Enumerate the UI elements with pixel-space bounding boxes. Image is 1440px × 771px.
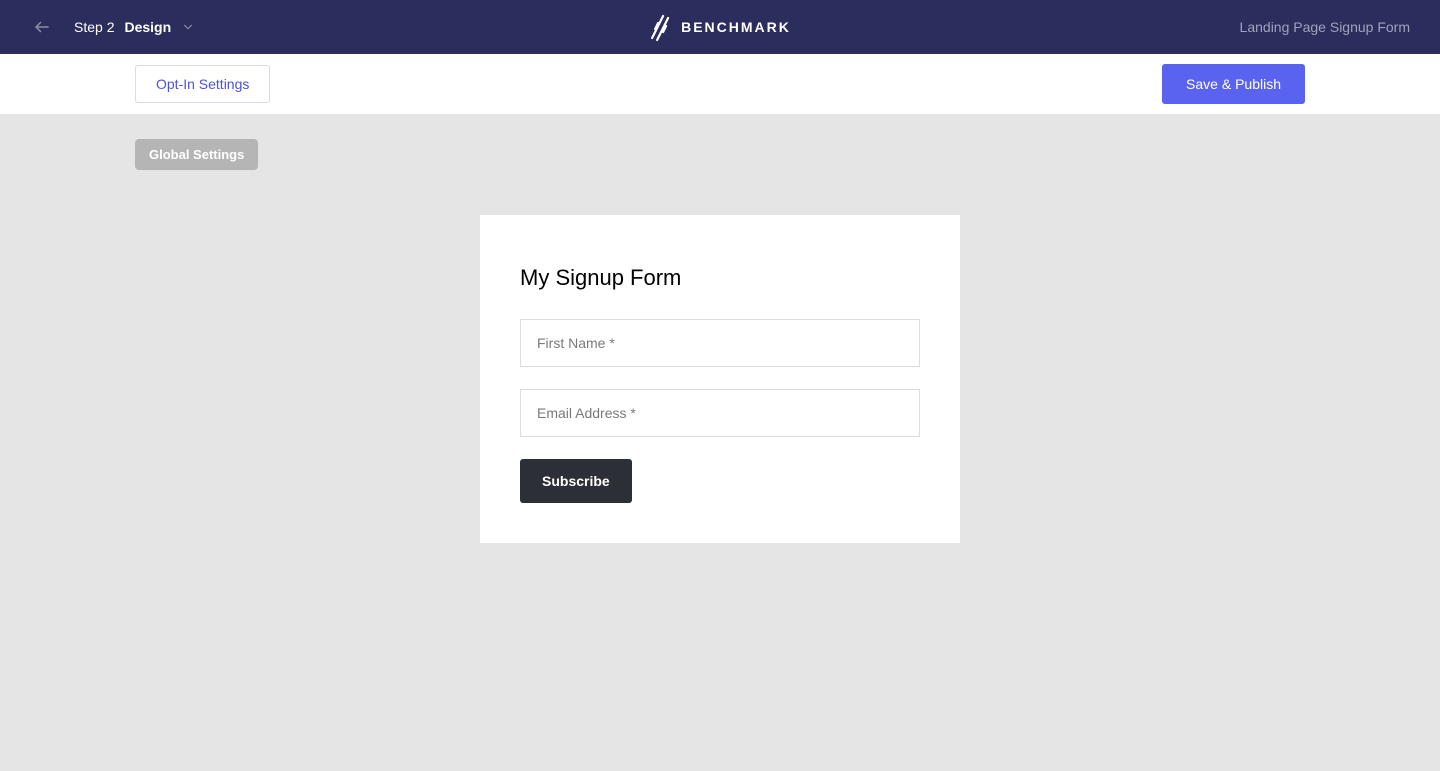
action-bar: Opt-In Settings Save & Publish [0, 54, 1440, 114]
topbar-left-group: Step 2 Design [30, 15, 195, 39]
design-canvas: Global Settings My Signup Form Subscribe [0, 114, 1440, 568]
save-publish-button[interactable]: Save & Publish [1162, 64, 1305, 104]
step-title-label: Design [124, 19, 171, 35]
email-field[interactable] [520, 389, 920, 437]
chevron-down-icon [181, 20, 195, 34]
step-dropdown[interactable]: Step 2 Design [74, 19, 195, 35]
first-name-field[interactable] [520, 319, 920, 367]
step-prefix-label: Step 2 [74, 19, 114, 35]
form-title: My Signup Form [520, 265, 920, 291]
subscribe-button[interactable]: Subscribe [520, 459, 632, 503]
brand-name-label: BENCHMARK [681, 19, 791, 35]
global-settings-tag[interactable]: Global Settings [135, 139, 258, 170]
back-arrow-icon[interactable] [30, 15, 54, 39]
top-navigation-bar: Step 2 Design BENCHMARK Landing Page Sig… [0, 0, 1440, 54]
signup-form-card[interactable]: My Signup Form Subscribe [480, 215, 960, 543]
optin-settings-button[interactable]: Opt-In Settings [135, 65, 270, 103]
form-card-wrap: My Signup Form Subscribe [135, 215, 1305, 543]
brand-mark-icon [649, 12, 671, 42]
brand-logo[interactable]: BENCHMARK [649, 12, 791, 42]
page-context-label: Landing Page Signup Form [1240, 19, 1410, 35]
